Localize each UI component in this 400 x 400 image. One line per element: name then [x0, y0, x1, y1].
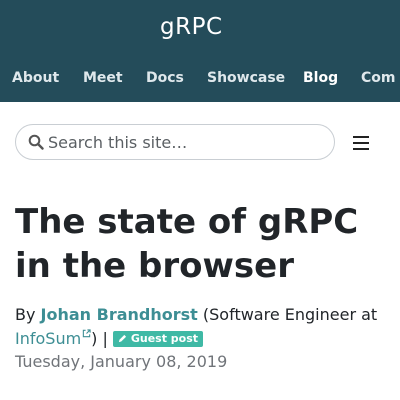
guest-post-badge: Guest post: [112, 331, 204, 347]
author-role: (Software Engineer at: [202, 305, 378, 324]
after-company: ) |: [91, 329, 108, 348]
site-header: gRPC About Meet Docs Showcase Blog Com: [0, 0, 400, 102]
company-name: InfoSum: [15, 329, 82, 348]
nav-item-community[interactable]: Com: [361, 70, 395, 86]
logo-text: gRPC: [160, 14, 223, 40]
nav-item-about[interactable]: About: [12, 70, 59, 86]
search-row: [0, 124, 400, 162]
hamburger-menu-icon[interactable]: [353, 136, 369, 150]
search-box[interactable]: [15, 124, 335, 160]
pencil-icon: [118, 334, 127, 343]
nav-item-showcase[interactable]: Showcase: [207, 70, 285, 86]
main-nav: About Meet Docs Showcase Blog Com: [0, 70, 400, 92]
post-date: Tuesday, January 08, 2019: [15, 352, 228, 371]
badge-label: Guest post: [130, 332, 199, 345]
nav-item-blog[interactable]: Blog: [303, 70, 338, 86]
search-icon: [28, 134, 44, 150]
external-link-icon: [82, 329, 91, 337]
search-input[interactable]: [48, 132, 318, 152]
nav-item-docs[interactable]: Docs: [146, 70, 184, 86]
grpc-logo[interactable]: gRPC: [160, 14, 223, 40]
by-prefix: By: [15, 305, 36, 324]
byline: By Johan Brandhorst (Software Engineer a…: [15, 303, 395, 351]
nav-item-meet[interactable]: Meet: [83, 70, 123, 86]
page-title: The state of gRPC in the browser: [15, 202, 359, 286]
author-link[interactable]: Johan Brandhorst: [41, 305, 198, 324]
company-link[interactable]: InfoSum: [15, 329, 91, 348]
